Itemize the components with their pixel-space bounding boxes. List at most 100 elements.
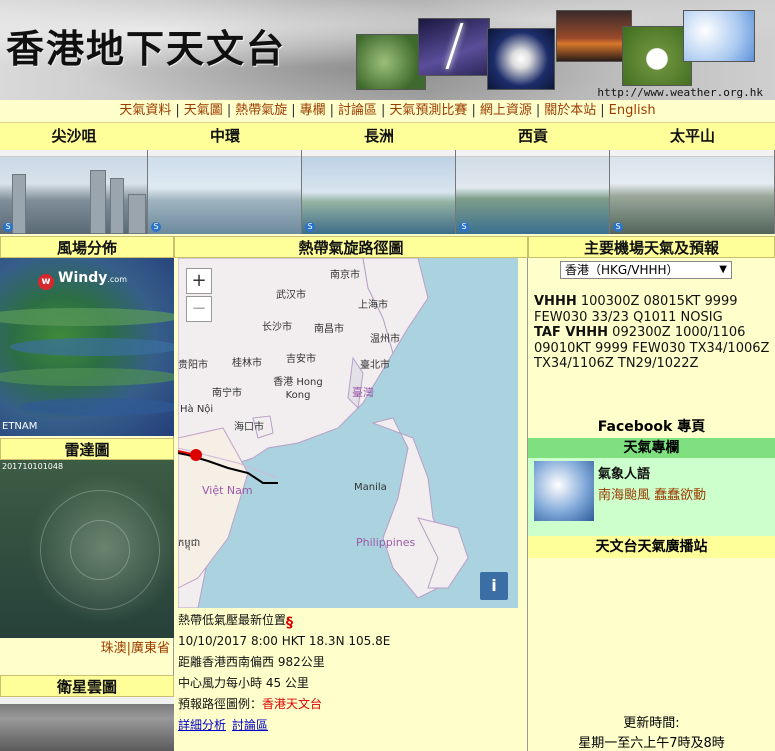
nav-separator: | bbox=[381, 103, 386, 118]
webcam-label-sai-kung: 西貢 bbox=[517, 127, 548, 145]
map-label-taipei: 臺北市 bbox=[360, 360, 390, 371]
map-label-manila: Manila bbox=[354, 482, 387, 493]
nav-online-resources[interactable]: 網上資源 bbox=[480, 103, 532, 118]
webcam-header-row: 尖沙咀 中環 長洲 西貢 太平山 bbox=[0, 122, 775, 150]
info-icon[interactable]: i bbox=[480, 572, 508, 600]
nav-forecast-contest[interactable]: 天氣預測比賽 bbox=[389, 103, 467, 118]
map-label-nanjing: 南京市 bbox=[330, 270, 360, 281]
main-nav: 天氣資料 | 天氣圖 | 熱帶氣旋 | 專欄 | 討論區 | 天氣預測比賽 | 網上資源 | 關於本站 | En… bbox=[0, 100, 775, 122]
windy-logo-icon: w bbox=[38, 274, 54, 290]
webcam-building bbox=[128, 194, 146, 234]
radar-ring bbox=[70, 520, 130, 580]
map-label-wuhan: 武汉市 bbox=[276, 290, 306, 301]
radar-image[interactable]: 201710101048 bbox=[0, 460, 174, 638]
wind-band bbox=[10, 338, 174, 356]
cyclone-track-map[interactable]: 南京市 武汉市 上海市 长沙市 南昌市 温州市 重庆 贵阳市 桂林市 吉安市 臺… bbox=[178, 258, 518, 608]
analysis-link[interactable]: 詳細分析 bbox=[178, 718, 226, 732]
map-label-guilin: 桂林市 bbox=[232, 358, 262, 369]
banner-photo-sky bbox=[683, 10, 755, 62]
storm-forecast-legend: 預報路徑圖例：香港天文台 bbox=[178, 694, 523, 715]
webcam-building bbox=[90, 170, 106, 234]
update-time-value: 星期一至六上午7時及8時 bbox=[578, 736, 725, 751]
zoom-out-icon[interactable]: − bbox=[186, 296, 212, 322]
wind-section-title: 風場分佈 bbox=[0, 236, 174, 258]
zoom-in-icon[interactable]: + bbox=[186, 268, 212, 294]
banner-photo-sunset bbox=[556, 10, 632, 62]
nav-column[interactable]: 專欄 bbox=[300, 103, 326, 118]
cyclone-map-title: 熱帶氣旋路徑圖 bbox=[174, 236, 528, 258]
webcam-sai-kung[interactable]: S bbox=[456, 150, 610, 234]
radar-region-links[interactable]: 珠澳|廣東省 bbox=[0, 638, 174, 660]
webcam-central[interactable]: S bbox=[148, 150, 302, 234]
satellite-image[interactable] bbox=[0, 697, 174, 751]
facebook-section-title[interactable]: Facebook 專頁 bbox=[528, 416, 775, 438]
forum-link[interactable]: 討論區 bbox=[232, 718, 268, 732]
map-label-haikou: 海口市 bbox=[234, 422, 264, 433]
storm-forecast-label: 預報路徑圖例： bbox=[178, 697, 263, 711]
wind-band bbox=[0, 308, 174, 326]
webcam-cheung-chau[interactable]: S bbox=[302, 150, 456, 234]
windy-logo-suffix: .com bbox=[107, 275, 127, 284]
map-label-nanning: 南宁市 bbox=[212, 388, 242, 399]
webcam-building bbox=[12, 174, 26, 234]
webcam-source-icon: S bbox=[613, 222, 623, 232]
webcam-tsim-sha-tsui[interactable]: S bbox=[0, 150, 148, 234]
airport-select[interactable]: 香港（HKG/VHHH） ▼ bbox=[560, 261, 732, 279]
windy-logo-text: Windy bbox=[58, 270, 108, 286]
windy-logo: w Windy.com bbox=[38, 270, 127, 290]
windy-map-label: ETNAM bbox=[2, 421, 38, 432]
taf-station: TAF VHHH bbox=[534, 325, 609, 340]
nav-tropical-cyclone[interactable]: 熱帶氣旋 bbox=[235, 103, 287, 118]
update-time-label: 更新時間: bbox=[623, 716, 680, 731]
column-article-thumbnail[interactable] bbox=[534, 461, 594, 521]
satellite-section-title: 衛星雲圖 bbox=[0, 675, 174, 697]
map-label-hanoi: Hà Nội bbox=[180, 404, 214, 415]
webcam-source-icon: S bbox=[459, 222, 469, 232]
column-article-title[interactable]: 氣象人語 bbox=[598, 463, 650, 482]
nav-weather-info[interactable]: 天氣資料 bbox=[119, 103, 171, 118]
map-label-philippines: Philippines bbox=[356, 536, 416, 549]
map-label-hongkong: 香港 Hong Kong bbox=[273, 377, 323, 401]
storm-info-panel: 熱帶低氣壓最新位置§ 10/10/2017 8:00 HKT 18.3N 105… bbox=[178, 610, 523, 736]
webcam-source-icon: S bbox=[3, 222, 13, 232]
windy-map[interactable]: w Windy.com ETNAM bbox=[0, 258, 174, 436]
broadcast-section-title: 天文台天氣廣播站 bbox=[528, 536, 775, 558]
storm-position-marker bbox=[190, 449, 202, 461]
map-land bbox=[178, 258, 469, 608]
nav-weather-chart[interactable]: 天氣圖 bbox=[184, 103, 223, 118]
storm-position: 10/10/2017 8:00 HKT 18.3N 105.8E bbox=[178, 634, 391, 648]
nav-forum[interactable]: 討論區 bbox=[338, 103, 377, 118]
webcam-label-tsim-sha-tsui: 尖沙咀 bbox=[51, 127, 97, 145]
page-root: { "header": { "title": "香港地下天文台", "url":… bbox=[0, 0, 775, 751]
map-label-wenzhou: 温州市 bbox=[370, 334, 400, 345]
map-label-changsha: 长沙市 bbox=[262, 322, 292, 333]
map-label-cambodia: កម្ពុជា bbox=[178, 538, 201, 549]
nav-separator: | bbox=[471, 103, 476, 118]
banner-photo-bird bbox=[622, 26, 692, 86]
storm-heading: 熱帶低氣壓最新位置 bbox=[178, 613, 287, 627]
wind-band bbox=[20, 398, 174, 416]
webcam-label-the-peak: 太平山 bbox=[669, 127, 715, 145]
banner-photo-leaf bbox=[356, 34, 426, 90]
radar-section-title: 雷達圖 bbox=[0, 438, 174, 460]
webcam-source-icon: S bbox=[305, 222, 315, 232]
metar-taf-text: VHHH 100300Z 08015KT 9999 FEW030 33/23 Q… bbox=[534, 294, 770, 372]
column-article-subtitle[interactable]: 南海颱風 蠢蠢欲動 bbox=[598, 484, 706, 503]
nav-about[interactable]: 關於本站 bbox=[544, 103, 596, 118]
airport-select-value: 香港（HKG/VHHH） bbox=[565, 263, 679, 277]
nav-separator: | bbox=[226, 103, 232, 118]
storm-distance: 距離香港西南偏西 982公里 bbox=[178, 655, 325, 669]
weather-column-title: 天氣專欄 bbox=[528, 438, 775, 458]
nav-separator: | bbox=[600, 103, 605, 118]
chevron-down-icon: ▼ bbox=[719, 264, 727, 275]
banner-photo-typhoon bbox=[487, 28, 555, 90]
wind-band bbox=[0, 368, 174, 386]
webcam-the-peak[interactable]: S bbox=[610, 150, 775, 234]
metar-station: VHHH bbox=[534, 294, 577, 309]
nav-english[interactable]: English bbox=[609, 103, 656, 118]
banner-photo-lightning bbox=[418, 18, 490, 76]
webcam-caption-strip bbox=[0, 150, 147, 157]
nav-separator: | bbox=[329, 103, 335, 118]
site-title[interactable]: 香港地下天文台 bbox=[6, 18, 286, 73]
site-url: http://www.weather.org.hk bbox=[597, 86, 763, 99]
